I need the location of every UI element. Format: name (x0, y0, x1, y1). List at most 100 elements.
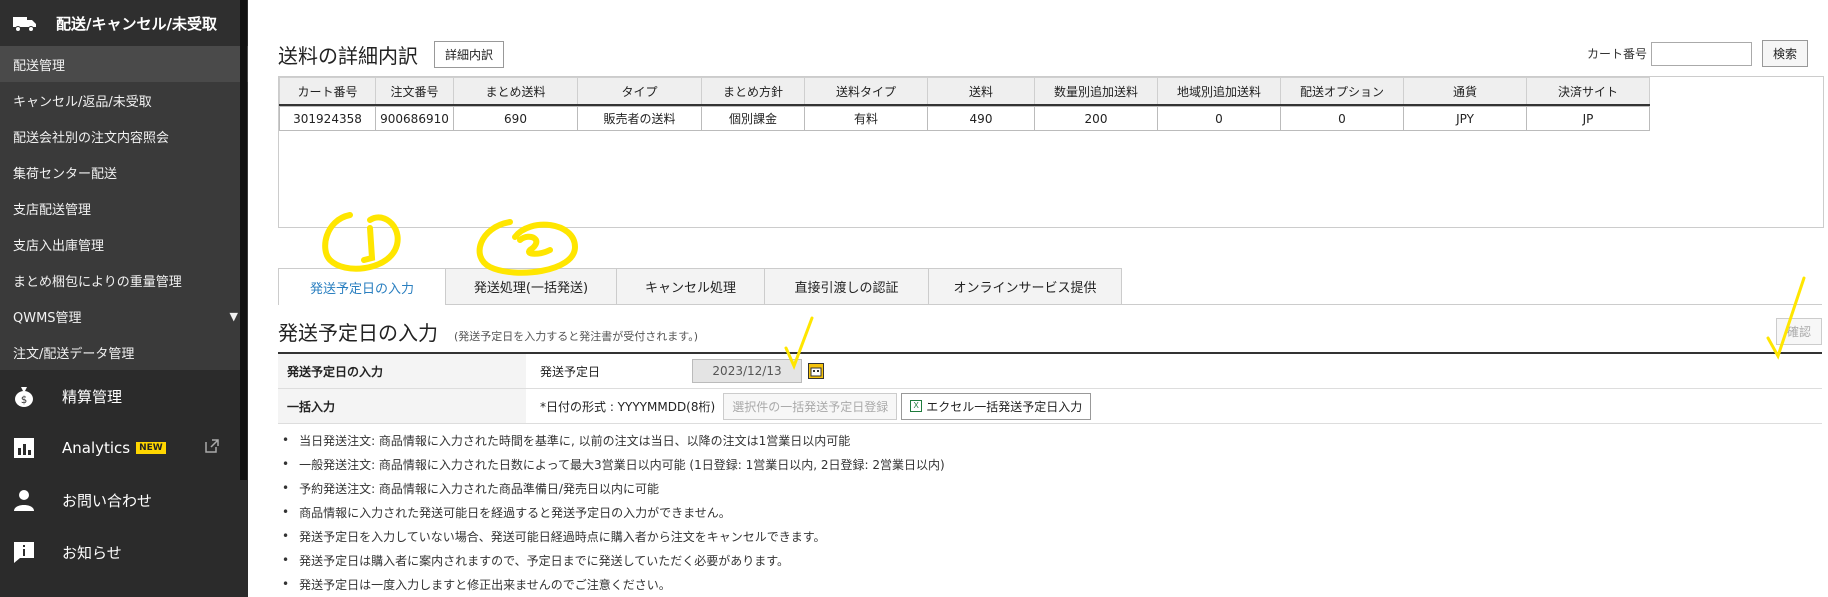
sidebar-scrollbar[interactable] (240, 0, 247, 480)
detail-table: カート番号 注文番号 まとめ送料 タイプ まとめ方針 送料タイプ 送料 数量別追… (279, 77, 1650, 131)
sidebar-item-label: 注文/配送データ管理 (13, 346, 135, 362)
tab-bulk-dispatch[interactable]: 発送処理(一括発送) (445, 268, 617, 304)
excel-button-label: エクセル一括発送予定日入力 (926, 399, 1083, 414)
bulk-register-button[interactable]: 選択件の一括発送予定日登録 (723, 392, 898, 420)
list-item: 予約発送注文: 商品情報に入力された商品準備日/発売日以内に可能 (282, 476, 945, 500)
list-item: 発送予定日は購入者に案内されますので、予定日までに発送していただく必要があります… (282, 548, 945, 572)
sidebar-item-label: 集荷センター配送 (13, 166, 118, 182)
sidebar-item-delivery-management[interactable]: 配送管理 (0, 46, 248, 82)
page-title: 送料の詳細内訳 (278, 44, 418, 68)
tab-online-service[interactable]: オンラインサービス提供 (928, 268, 1122, 304)
main-content: 送料の詳細内訳 詳細内訳 カート番号 検索 カート番号 注文番号 まとめ送料 タ… (248, 0, 1828, 597)
excel-icon: X (910, 400, 923, 412)
list-item: 発送予定日を入力していない場合、発送可能日経過時点に購入者から注文をキャンセルで… (282, 524, 945, 548)
list-item: 一般発送注文: 商品情報に入力された日数によって最大3営業日以内可能 (1日登録… (282, 452, 945, 476)
column-header: 送料タイプ (804, 77, 928, 106)
form-value: 発送予定日 2023/12/13 (526, 359, 825, 383)
bar-chart-icon (12, 436, 38, 460)
sidebar-item-label: 支店配送管理 (13, 202, 92, 218)
table-cell: JP (1526, 106, 1650, 131)
list-item: 発送予定日は一度入力しますと修正出来ませんのでご注意ください。 (282, 572, 945, 596)
column-header: 数量別追加送料 (1034, 77, 1158, 106)
column-header: カート番号 (279, 77, 376, 106)
sidebar-item-notices[interactable]: お知らせ (0, 526, 248, 578)
detail-button[interactable]: 詳細内訳 (434, 41, 505, 68)
sidebar-item-label: 支店入出庫管理 (13, 238, 105, 254)
sidebar-item-label: 配送会社別の注文内容照会 (13, 130, 170, 146)
search-button[interactable]: 検索 (1761, 40, 1808, 67)
sidebar-top-delivery[interactable]: 配送/キャンセル/未受取 (0, 0, 248, 46)
sidebar-item-branch-stock[interactable]: 支店入出庫管理 (0, 226, 248, 262)
tab-bar: 発送予定日の入力 発送処理(一括発送) キャンセル処理 直接引渡しの認証 オンラ… (278, 268, 1822, 305)
table-cell: 0 (1280, 106, 1404, 131)
table-cell: 200 (1034, 106, 1158, 131)
column-header: タイプ (577, 77, 702, 106)
sidebar-item-label: お知らせ (62, 543, 122, 562)
form-row-bulk-input: 一括入力 *日付の形式 : YYYYMMDD(8桁) 選択件の一括発送予定日登録… (278, 389, 1822, 424)
person-icon (12, 488, 38, 512)
table-cell: 490 (927, 106, 1035, 131)
sidebar-item-order-data[interactable]: 注文/配送データ管理 (0, 334, 248, 370)
money-bag-icon: $ (12, 384, 38, 408)
sidebar-item-qwms[interactable]: QWMS管理 ▼ (0, 298, 248, 334)
sidebar-item-label: QWMS管理 (13, 310, 82, 326)
list-item: 当日発送注文: 商品情報に入力された時間を基準に, 以前の注文は当日、以降の注文… (282, 428, 945, 452)
table-cell: 個別課金 (701, 106, 805, 131)
external-link-icon[interactable] (204, 438, 220, 458)
sidebar-item-label: まとめ梱包によりの重量管理 (13, 274, 182, 290)
schedule-date-input[interactable]: 2023/12/13 (692, 359, 803, 383)
sidebar-item-weight-management[interactable]: まとめ梱包によりの重量管理 (0, 262, 248, 298)
table-row[interactable]: 301924358 900686910 690 販売者の送料 個別課金 有料 4… (279, 106, 1650, 131)
form-row-schedule-date: 発送予定日の入力 発送予定日 2023/12/13 (278, 354, 1822, 389)
detail-table-container: カート番号 注文番号 まとめ送料 タイプ まとめ方針 送料タイプ 送料 数量別追… (278, 76, 1824, 228)
cart-number-label: カート番号 (1586, 47, 1647, 61)
sidebar-item-settlement[interactable]: $ 精算管理 (0, 370, 248, 422)
column-header: 配送オプション (1280, 77, 1404, 106)
sidebar-item-contact[interactable]: お問い合わせ (0, 474, 248, 526)
sidebar: 配送/キャンセル/未受取 配送管理 キャンセル/返品/未受取 配送会社別の注文内… (0, 0, 248, 597)
cart-number-input[interactable] (1650, 41, 1752, 66)
table-cell: 販売者の送料 (577, 106, 702, 131)
column-header: 地域別追加送料 (1157, 77, 1281, 106)
svg-text:$: $ (21, 395, 27, 406)
section-note: (発送予定日を入力すると発注書が受付されます。) (454, 330, 698, 343)
sidebar-item-cancel-return[interactable]: キャンセル/返品/未受取 (0, 82, 248, 118)
table-cell: 有料 (804, 106, 928, 131)
column-header: 送料 (927, 77, 1035, 106)
tab-direct-handover[interactable]: 直接引渡しの認証 (764, 268, 929, 304)
sidebar-item-label: Analytics (62, 439, 131, 457)
table-cell: JPY (1403, 106, 1527, 131)
column-header: まとめ送料 (453, 77, 578, 106)
info-icon (12, 540, 38, 564)
calendar-icon[interactable] (808, 363, 825, 379)
form-label: 発送予定日の入力 (278, 354, 526, 388)
tab-schedule-input[interactable]: 発送予定日の入力 (278, 268, 446, 305)
sidebar-item-label: 精算管理 (62, 387, 123, 406)
header: 送料の詳細内訳 詳細内訳 (278, 40, 505, 69)
notes-list: 当日発送注文: 商品情報に入力された時間を基準に, 以前の注文は当日、以降の注文… (282, 428, 945, 596)
section-header: 発送予定日の入力 (発送予定日を入力すると発注書が受付されます。) (278, 317, 698, 346)
sidebar-item-carrier-orders[interactable]: 配送会社別の注文内容照会 (0, 118, 248, 154)
table-cell: 690 (453, 106, 578, 131)
table-header-row: カート番号 注文番号 まとめ送料 タイプ まとめ方針 送料タイプ 送料 数量別追… (279, 77, 1650, 106)
sidebar-item-branch-delivery[interactable]: 支店配送管理 (0, 190, 248, 226)
column-header: 通貨 (1403, 77, 1527, 106)
sidebar-item-label: 配送管理 (13, 58, 66, 74)
sidebar-item-label: キャンセル/返品/未受取 (13, 94, 152, 110)
tab-cancel[interactable]: キャンセル処理 (616, 268, 765, 304)
form-value: *日付の形式 : YYYYMMDD(8桁) 選択件の一括発送予定日登録 X エク… (526, 392, 1092, 420)
schedule-form: 発送予定日の入力 発送予定日 2023/12/13 一括入力 *日付の形式 : … (278, 352, 1822, 424)
new-badge: NEW (136, 442, 166, 454)
list-item: 商品情報に入力された発送可能日を経過すると発送予定日の入力ができません。 (282, 500, 945, 524)
confirm-button[interactable]: 確認 (1775, 318, 1822, 345)
table-cell: 900686910 (375, 106, 454, 131)
sidebar-top-label: 配送/キャンセル/未受取 (56, 14, 217, 33)
cart-search: カート番号 検索 (1587, 40, 1808, 67)
sidebar-item-label: お問い合わせ (62, 491, 153, 510)
sidebar-item-analytics[interactable]: Analytics NEW (0, 422, 248, 474)
excel-bulk-input-button[interactable]: X エクセル一括発送予定日入力 (901, 392, 1092, 420)
chevron-down-icon: ▼ (229, 309, 238, 323)
column-header: まとめ方針 (701, 77, 805, 106)
sidebar-item-pickup-center[interactable]: 集荷センター配送 (0, 154, 248, 190)
column-header: 決済サイト (1526, 77, 1650, 106)
